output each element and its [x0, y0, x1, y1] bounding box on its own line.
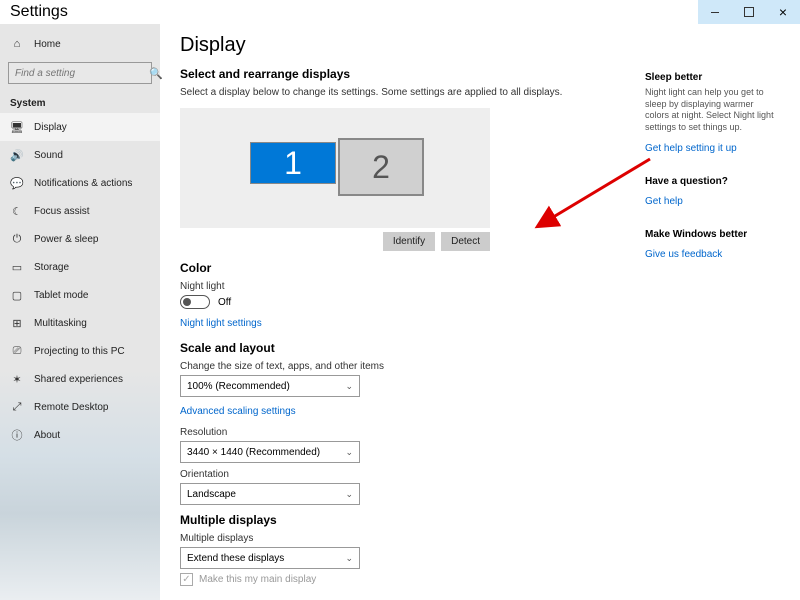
sidebar-item-label: Storage — [34, 262, 69, 273]
display-icon: 🖥 — [10, 120, 24, 134]
search-input[interactable] — [15, 68, 149, 79]
night-light-toggle[interactable] — [180, 295, 210, 309]
detect-button[interactable]: Detect — [441, 232, 490, 251]
sleep-better-link[interactable]: Get help setting it up — [645, 143, 737, 154]
main-display-label: Make this my main display — [199, 574, 316, 585]
sidebar-item-label: About — [34, 430, 60, 441]
sidebar-item-label: Tablet mode — [34, 290, 88, 301]
scale-label: Change the size of text, apps, and other… — [180, 361, 780, 372]
sidebar-item-tablet[interactable]: ▢ Tablet mode — [0, 281, 160, 309]
multitask-icon: ⊞ — [10, 316, 24, 330]
resolution-label: Resolution — [180, 427, 780, 438]
orientation-dropdown[interactable]: Landscape ⌄ — [180, 483, 360, 505]
sidebar-item-label: Sound — [34, 150, 63, 161]
night-light-settings-link[interactable]: Night light settings — [180, 318, 262, 329]
chevron-down-icon: ⌄ — [345, 381, 353, 392]
get-help-link[interactable]: Get help — [645, 196, 683, 207]
chevron-down-icon: ⌄ — [345, 553, 353, 564]
sidebar-item-focus[interactable]: ☾ Focus assist — [0, 197, 160, 225]
orientation-value: Landscape — [187, 489, 236, 500]
projecting-icon: ⎚ — [10, 344, 24, 358]
scale-dropdown[interactable]: 100% (Recommended) ⌄ — [180, 375, 360, 397]
sidebar-item-label: Shared experiences — [34, 374, 123, 385]
display-arrangement[interactable]: 1 2 — [180, 108, 490, 228]
question-title: Have a question? — [645, 176, 780, 187]
sidebar-section-header: System — [0, 92, 160, 113]
annotation-arrow — [540, 154, 660, 239]
main-display-checkbox: ✓ — [180, 573, 193, 586]
multiple-displays-title: Multiple displays — [180, 513, 780, 527]
focus-icon: ☾ — [10, 204, 24, 218]
window-title: Settings — [10, 3, 68, 21]
titlebar: Settings × — [0, 0, 800, 24]
window-controls: × — [698, 0, 800, 24]
sidebar-item-display[interactable]: 🖥 Display — [0, 113, 160, 141]
chevron-down-icon: ⌄ — [345, 447, 353, 458]
resolution-dropdown[interactable]: 3440 × 1440 (Recommended) ⌄ — [180, 441, 360, 463]
identify-button[interactable]: Identify — [383, 232, 435, 251]
sound-icon: 🔊 — [10, 148, 24, 162]
sleep-better-text: Night light can help you get to sleep by… — [645, 87, 780, 134]
chevron-down-icon: ⌄ — [345, 489, 353, 500]
search-box[interactable]: 🔍 — [8, 62, 152, 84]
sidebar-home[interactable]: ⌂ Home — [0, 30, 160, 58]
tablet-icon: ▢ — [10, 288, 24, 302]
sidebar-item-shared[interactable]: ✶ Shared experiences — [0, 365, 160, 393]
feedback-title: Make Windows better — [645, 229, 780, 240]
sleep-better-title: Sleep better — [645, 72, 780, 83]
shared-icon: ✶ — [10, 372, 24, 386]
sidebar-item-label: Display — [34, 122, 67, 133]
notifications-icon: 💬 — [10, 176, 24, 190]
sidebar-item-notifications[interactable]: 💬 Notifications & actions — [0, 169, 160, 197]
main-content: Display Select and rearrange displays Se… — [160, 24, 800, 600]
sidebar-item-label: Multitasking — [34, 318, 87, 329]
night-light-label: Night light — [180, 281, 780, 292]
remote-icon: ⤢ — [10, 400, 24, 414]
sidebar-item-about[interactable]: ⓘ About — [0, 421, 160, 449]
night-light-state: Off — [218, 297, 231, 308]
advanced-scaling-link[interactable]: Advanced scaling settings — [180, 406, 296, 417]
maximize-button[interactable] — [732, 0, 766, 24]
about-icon: ⓘ — [10, 428, 24, 442]
sidebar-item-label: Remote Desktop — [34, 402, 108, 413]
scale-value: 100% (Recommended) — [187, 381, 290, 392]
minimize-button[interactable] — [698, 0, 732, 24]
sidebar-item-multitask[interactable]: ⊞ Multitasking — [0, 309, 160, 337]
monitor-2[interactable]: 2 — [338, 138, 424, 196]
right-pane: Sleep better Night light can help you ge… — [645, 72, 780, 282]
feedback-link[interactable]: Give us feedback — [645, 249, 722, 260]
power-icon: ⏻ — [10, 232, 24, 246]
scale-title: Scale and layout — [180, 341, 780, 355]
multiple-displays-value: Extend these displays — [187, 553, 284, 564]
storage-icon: ▭ — [10, 260, 24, 274]
page-title: Display — [180, 34, 780, 57]
sidebar-item-label: Notifications & actions — [34, 178, 132, 189]
sidebar-item-sound[interactable]: 🔊 Sound — [0, 141, 160, 169]
multiple-displays-dropdown[interactable]: Extend these displays ⌄ — [180, 547, 360, 569]
orientation-label: Orientation — [180, 469, 780, 480]
sidebar-item-storage[interactable]: ▭ Storage — [0, 253, 160, 281]
close-button[interactable]: × — [766, 0, 800, 24]
sidebar-home-label: Home — [34, 39, 61, 50]
multiple-displays-label: Multiple displays — [180, 533, 780, 544]
sidebar-item-power[interactable]: ⏻ Power & sleep — [0, 225, 160, 253]
sidebar-item-remote[interactable]: ⤢ Remote Desktop — [0, 393, 160, 421]
sidebar-item-label: Projecting to this PC — [34, 346, 125, 357]
home-icon: ⌂ — [10, 37, 24, 51]
sidebar: ⌂ Home 🔍 System 🖥 Display 🔊 Sound 💬 Notific… — [0, 24, 160, 600]
monitor-1[interactable]: 1 — [250, 142, 336, 184]
sidebar-item-label: Power & sleep — [34, 234, 98, 245]
sidebar-item-label: Focus assist — [34, 206, 90, 217]
sidebar-item-projecting[interactable]: ⎚ Projecting to this PC — [0, 337, 160, 365]
resolution-value: 3440 × 1440 (Recommended) — [187, 447, 320, 458]
